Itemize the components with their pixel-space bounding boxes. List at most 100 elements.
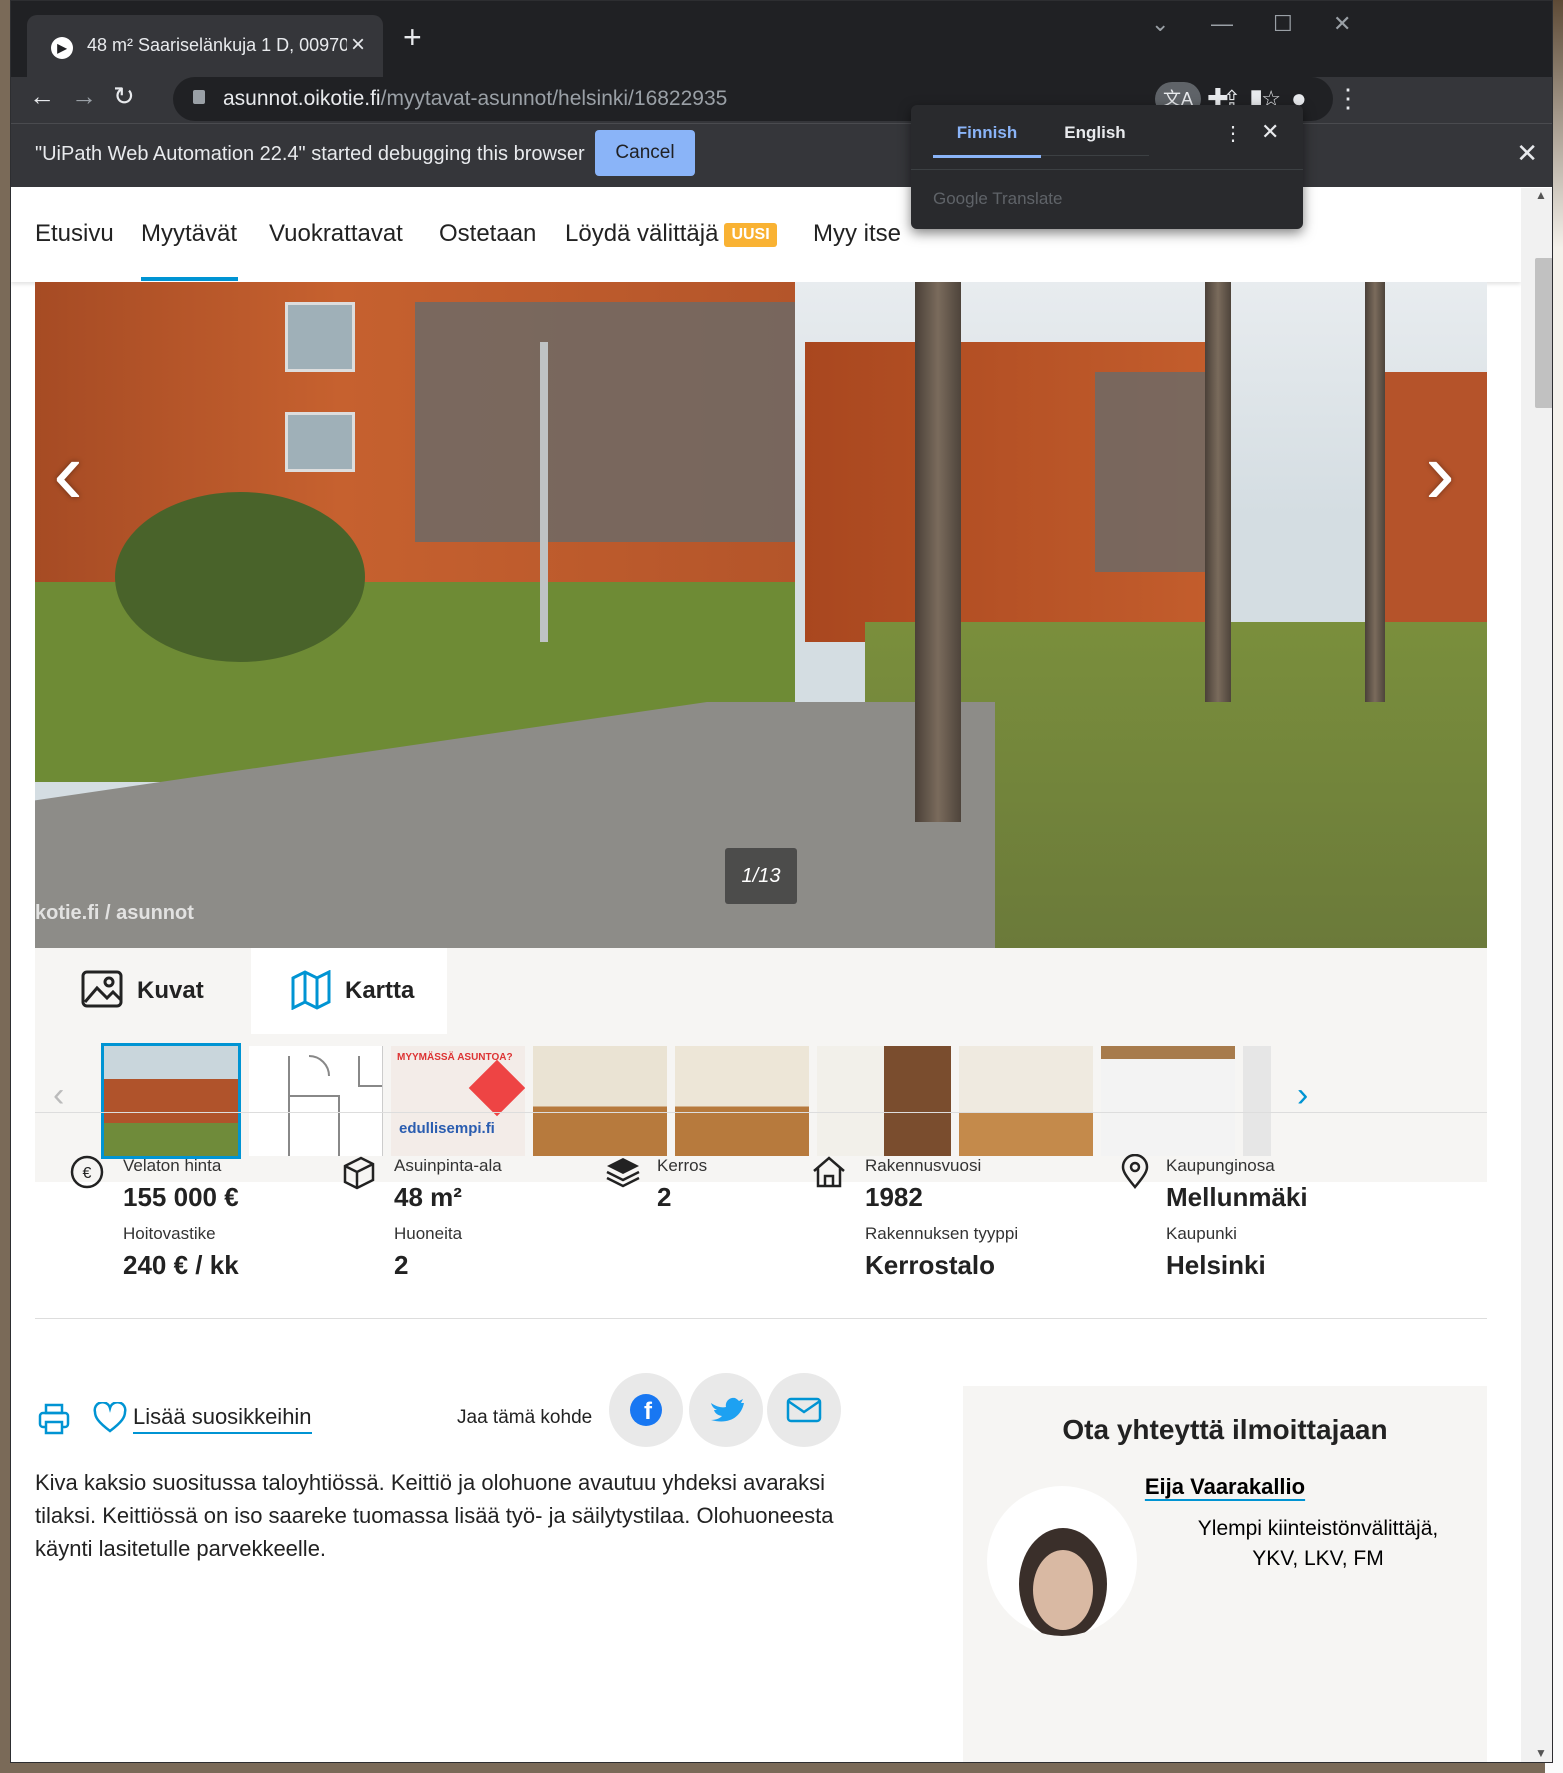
thumbnail-kitchen[interactable]: [533, 1046, 667, 1156]
thumbnail-bathroom[interactable]: [1101, 1046, 1235, 1156]
twitter-share-button[interactable]: [689, 1373, 763, 1447]
translate-options-icon[interactable]: ⋮: [1223, 121, 1243, 146]
fact-city: Kaupunki Helsinki: [1166, 1224, 1266, 1281]
heart-icon[interactable]: [93, 1402, 127, 1434]
email-share-button[interactable]: [767, 1373, 841, 1447]
page-scrollbar[interactable]: ▲ ▼: [1521, 188, 1552, 1762]
thumbnail-living[interactable]: [675, 1046, 809, 1156]
bush: [115, 492, 365, 662]
close-tab-icon[interactable]: ×: [351, 31, 365, 59]
translate-close-icon[interactable]: ✕: [1261, 119, 1279, 145]
thumbs-prev-icon[interactable]: ‹: [53, 1076, 64, 1115]
url-text: asunnot.oikotie.fi/myytavat-asunnot/hels…: [223, 87, 727, 111]
fee-label: Hoitovastike: [123, 1224, 216, 1243]
add-favorite-link[interactable]: Lisää suosikkeihin: [133, 1404, 312, 1434]
year-label: Rakennusvuosi: [865, 1156, 982, 1175]
maximize-button[interactable]: ☐: [1273, 11, 1293, 37]
url-host: asunnot.oikotie.fi: [223, 87, 381, 110]
back-icon[interactable]: ←: [29, 81, 55, 112]
lock-icon: [193, 90, 205, 104]
twitter-icon: [711, 1397, 744, 1422]
contact-card: Ota yhteyttä ilmoittajaan Eija Vaarakall…: [963, 1386, 1487, 1762]
translate-tab-finnish[interactable]: Finnish: [933, 123, 1041, 158]
thumbnail-kitchen-2[interactable]: [817, 1046, 951, 1156]
agent-portrait: [1019, 1528, 1107, 1636]
price-label: Velaton hinta: [123, 1156, 222, 1175]
fact-rooms: Huoneita 2: [394, 1224, 462, 1281]
nav-ostetaan[interactable]: Ostetaan: [439, 220, 536, 248]
nav-myy-itse[interactable]: Myy itse: [813, 220, 901, 248]
cancel-debugging-button[interactable]: Cancel: [595, 130, 695, 176]
tab-search-icon[interactable]: ⌄: [1151, 11, 1169, 37]
image-icon: [81, 970, 123, 1008]
browser-menu-icon[interactable]: ⋮: [1335, 83, 1361, 114]
ad-title: MYYMÄSSÄ ASUNTOA?: [397, 1052, 513, 1063]
district-value: Mellunmäki: [1166, 1182, 1308, 1212]
minimize-button[interactable]: —: [1211, 11, 1233, 37]
previous-photo-icon[interactable]: ‹: [53, 422, 83, 525]
google-translate-logo: Google Translate: [933, 189, 1063, 208]
envelope-icon: [786, 1397, 822, 1423]
browser-window: ▶ 48 m² Saariselänkuja 1 D, 00970 I × + …: [10, 0, 1553, 1763]
scroll-down-icon[interactable]: ▼: [1535, 1746, 1547, 1760]
web-page: Etusivu Myytävät Vuokrattavat Ostetaan L…: [11, 188, 1521, 1762]
tab-kartta[interactable]: Kartta: [251, 948, 447, 1034]
translate-tab-english[interactable]: English: [1041, 123, 1149, 156]
location-pin-icon: [1121, 1154, 1149, 1189]
tab-kartta-label: Kartta: [345, 977, 415, 1004]
nav-myytavat[interactable]: Myytävät: [141, 220, 237, 248]
tab-kuvat[interactable]: Kuvat: [35, 948, 245, 1034]
browser-toolbar: ← → ↻ asunnot.oikotie.fi/myytavat-asunno…: [11, 77, 1552, 123]
tab-title: 48 m² Saariselänkuja 1 D, 00970 I: [87, 35, 347, 55]
city-value: Helsinki: [1166, 1250, 1266, 1280]
translate-popup: Finnish English ⋮ ✕ Google Translate: [911, 105, 1303, 229]
thumbnail-partial[interactable]: [1243, 1046, 1271, 1156]
divider: [35, 1318, 1487, 1319]
thumbnail-room[interactable]: [959, 1046, 1093, 1156]
next-photo-icon[interactable]: ›: [1425, 422, 1455, 525]
nav-vuokrattavat[interactable]: Vuokrattavat: [269, 220, 403, 248]
pine-trunk: [1205, 282, 1231, 702]
scroll-up-icon[interactable]: ▲: [1535, 188, 1547, 202]
browser-tab[interactable]: ▶ 48 m² Saariselänkuja 1 D, 00970 I ×: [27, 15, 383, 77]
thumbnail-ad[interactable]: MYYMÄSSÄ ASUNTOA? edullisempi.fi: [391, 1046, 525, 1156]
thumbs-next-icon[interactable]: ›: [1297, 1076, 1308, 1115]
divider: [35, 1112, 1487, 1113]
svg-text:€: €: [83, 1165, 92, 1182]
nav-loyda-valittaja[interactable]: Löydä välittäjä UUSI: [565, 220, 777, 248]
contact-heading: Ota yhteyttä ilmoittajaan: [1062, 1414, 1388, 1445]
area-value: 48 m²: [394, 1182, 462, 1212]
reload-icon[interactable]: ↻: [113, 81, 135, 112]
thumbnail-1[interactable]: [101, 1043, 241, 1159]
agent-role-line2: YKV, LKV, FM: [1252, 1547, 1384, 1570]
agent-role: Ylempi kiinteistönvälittäjä, YKV, LKV, FM: [1173, 1514, 1463, 1574]
fact-area: Asuinpinta-ala 48 m²: [394, 1156, 502, 1213]
type-label: Rakennuksen tyyppi: [865, 1224, 1019, 1243]
share-label: Jaa tämä kohde: [457, 1407, 593, 1428]
translate-separator: [911, 169, 1303, 170]
balconies: [415, 302, 795, 542]
tab-kuvat-label: Kuvat: [137, 977, 204, 1004]
photo-watermark: kotie.fi / asunnot: [35, 902, 194, 924]
facebook-share-button[interactable]: f: [609, 1373, 683, 1447]
area-label: Asuinpinta-ala: [394, 1156, 502, 1175]
new-tab-button[interactable]: +: [403, 19, 422, 56]
house-icon: [813, 1156, 845, 1188]
scroll-thumb[interactable]: [1535, 258, 1552, 408]
tab-strip: ▶ 48 m² Saariselänkuja 1 D, 00970 I × + …: [11, 1, 1552, 77]
oikotie-favicon-icon: ▶: [51, 37, 73, 59]
fact-floor: Kerros 2: [657, 1156, 707, 1213]
close-infobar-icon[interactable]: ✕: [1516, 138, 1538, 169]
close-window-button[interactable]: ✕: [1333, 11, 1351, 37]
fact-year: Rakennusvuosi 1982: [865, 1156, 981, 1213]
media-tabs: Kuvat Kartta: [35, 948, 1487, 1036]
forward-icon[interactable]: →: [71, 81, 97, 112]
print-icon[interactable]: [37, 1402, 71, 1436]
debugging-infobar: "UiPath Web Automation 22.4" started deb…: [11, 123, 1552, 187]
pine-trunk: [1365, 282, 1385, 702]
nav-etusivu[interactable]: Etusivu: [35, 220, 114, 248]
listing-photo[interactable]: ‹ › 1/13 kotie.fi / asunnot: [35, 282, 1487, 948]
thumbnail-floorplan[interactable]: [249, 1046, 383, 1156]
window: [285, 412, 355, 472]
price-value: 155 000 €: [123, 1182, 239, 1212]
